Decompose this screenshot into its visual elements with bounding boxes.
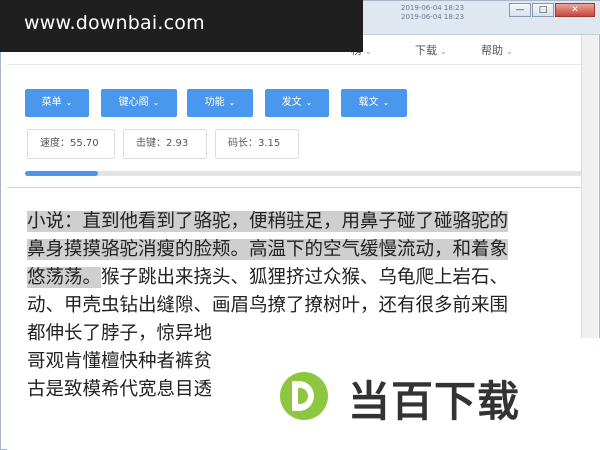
title-info-line1: 2019-06-04 18:23 bbox=[401, 4, 465, 12]
jianxinge-button[interactable]: 键心阁 ⌄ bbox=[101, 89, 177, 117]
keystroke-stat: 击键：2.93 bbox=[123, 129, 207, 159]
logo-d-icon bbox=[280, 372, 328, 420]
title-info-line2: 2019-06-04 18:23 bbox=[401, 13, 465, 21]
untyped-text: 动、甲壳虫钻出缝隙、画眉鸟撩了撩树叶，还有很多前来围 bbox=[27, 295, 509, 316]
progress-bar bbox=[25, 171, 583, 176]
chevron-down-icon: ⌄ bbox=[506, 47, 513, 56]
chevron-down-icon: ⌄ bbox=[382, 98, 390, 107]
watermark-banner: www.downbai.com bbox=[0, 0, 363, 52]
menu-button[interactable]: 菜单 ⌄ bbox=[25, 89, 89, 117]
send-text-button[interactable]: 发文 ⌄ bbox=[265, 89, 329, 117]
chevron-down-icon: ⌄ bbox=[152, 98, 160, 107]
jianxinge-button-label: 键心阁 bbox=[118, 97, 149, 108]
logo-overlay: 当百下载 bbox=[238, 338, 600, 450]
typed-text: 小说：直到他看到了骆驼，便稍驻足，用鼻子碰了碰骆驼的 bbox=[27, 211, 509, 232]
load-text-button[interactable]: 载文 ⌄ bbox=[341, 89, 407, 117]
untyped-text: 猴子跳出来挠头、狐狸挤过众猴、乌龟爬上岩石、 bbox=[101, 267, 509, 288]
untyped-text: 都伸长了脖子，惊异地 bbox=[27, 323, 213, 344]
chevron-down-icon: ⌄ bbox=[440, 47, 447, 56]
chevron-down-icon: ⌄ bbox=[228, 98, 236, 107]
code-length-stat: 码长：3.15 bbox=[215, 129, 299, 159]
load-text-button-label: 载文 bbox=[358, 97, 379, 108]
menu-item-download[interactable]: 下载 ⌄ bbox=[415, 42, 447, 58]
progress-fill bbox=[25, 171, 98, 176]
chevron-down-icon: ⌄ bbox=[305, 98, 313, 107]
function-button-label: 功能 bbox=[204, 97, 225, 108]
function-button[interactable]: 功能 ⌄ bbox=[187, 89, 253, 117]
menu-item-help[interactable]: 帮助 ⌄ bbox=[481, 42, 513, 58]
passage-line: 动、甲壳虫钻出缝隙、画眉鸟撩了撩树叶，还有很多前来围 bbox=[27, 292, 587, 320]
passage-line: 悠荡荡。猴子跳出来挠头、狐狸挤过众猴、乌龟爬上岩石、 bbox=[27, 264, 587, 292]
passage-line: 小说：直到他看到了骆驼，便稍驻足，用鼻子碰了碰骆驼的 bbox=[27, 208, 587, 236]
window-controls: — □ ✕ bbox=[508, 3, 595, 17]
watermark-text: www.downbai.com bbox=[24, 12, 205, 34]
menu-item-download-label: 下载 bbox=[415, 44, 437, 57]
toolbar: 菜单 ⌄ 键心阁 ⌄ 功能 ⌄ 发文 ⌄ 载文 ⌄ 速度：55.70 击键：2.93 码长… bbox=[7, 65, 583, 187]
typed-text: 鼻身摸摸骆驼消瘦的脸颊。高温下的空气缓慢流动，和着象 bbox=[27, 239, 509, 260]
maximize-button[interactable]: □ bbox=[532, 3, 554, 17]
minimize-button[interactable]: — bbox=[509, 3, 531, 17]
untyped-text: 哥观肯懂檀快种者裤贫 bbox=[27, 351, 213, 372]
typed-text: 悠荡荡。 bbox=[27, 267, 102, 288]
menu-item-help-label: 帮助 bbox=[481, 44, 503, 57]
title-info: 2019-06-04 18:23 2019-06-04 18:23 bbox=[401, 4, 511, 22]
menu-button-label: 菜单 bbox=[41, 97, 62, 108]
chevron-down-icon: ⌄ bbox=[65, 98, 73, 107]
chevron-down-icon: ⌄ bbox=[365, 47, 372, 56]
speed-stat: 速度：55.70 bbox=[27, 129, 115, 159]
logo-text: 当百下载 bbox=[348, 377, 521, 426]
close-button[interactable]: ✕ bbox=[555, 3, 595, 17]
passage-line: 鼻身摸摸骆驼消瘦的脸颊。高温下的空气缓慢流动，和着象 bbox=[27, 236, 587, 264]
send-text-button-label: 发文 bbox=[281, 97, 302, 108]
untyped-text: 古是致模希代宽息目透 bbox=[27, 379, 213, 400]
